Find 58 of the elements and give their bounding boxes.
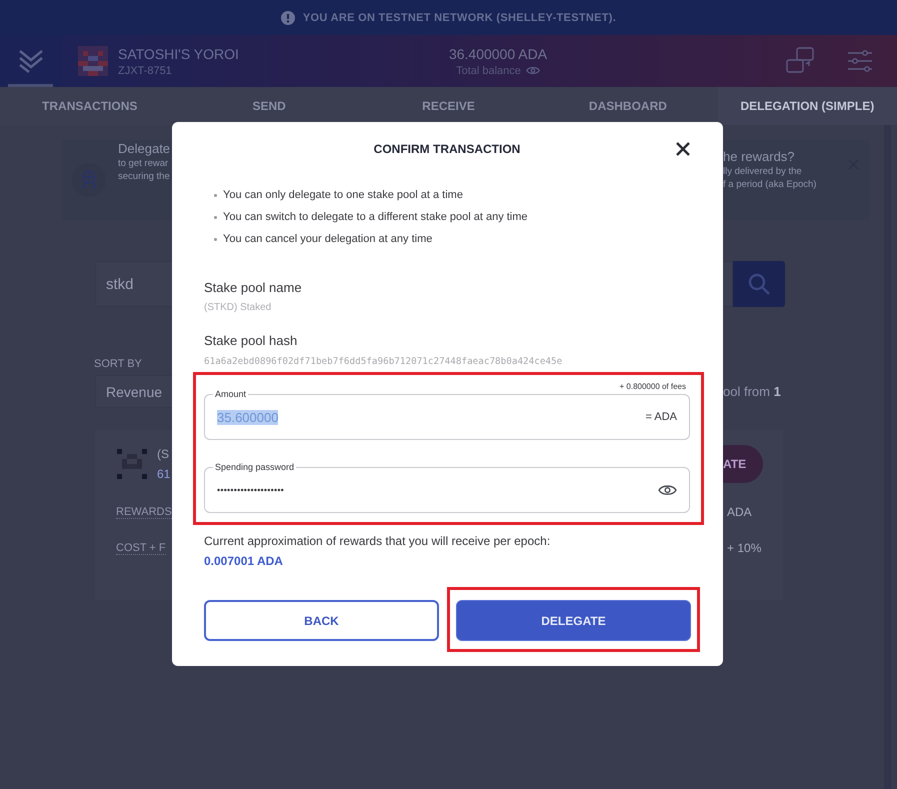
nav-tab[interactable]: DASHBOARD xyxy=(538,87,718,125)
amount-label: Amount xyxy=(213,388,248,400)
info-text: lly delivered by the xyxy=(723,166,803,176)
bullet-dot xyxy=(214,216,217,218)
sort-label: SORT BY xyxy=(94,358,143,370)
dialog-title: CONFIRM TRANSACTION xyxy=(374,142,520,156)
bullet-text: You can only delegate to one stake pool at a time xyxy=(223,189,463,201)
password-value: •••••••••••••••••••• xyxy=(217,485,284,495)
info-title: Delegate xyxy=(118,141,170,156)
rewards-value: 0.007001 ADA xyxy=(204,553,284,569)
bullet-text: You can switch to delegate to a different stake pool at any time xyxy=(223,211,528,223)
close-icon xyxy=(675,141,691,157)
logo-icon xyxy=(17,47,45,75)
balance-label: Total balance xyxy=(456,64,521,76)
pool-hash-label: Stake pool hash xyxy=(204,333,298,349)
warning-icon xyxy=(280,10,295,24)
bullet-dot xyxy=(214,238,217,240)
wallet-name: SATOSHI'S YOROI xyxy=(118,46,240,62)
delegate-button[interactable]: DELEGATE xyxy=(456,600,691,641)
pool-stat-value: ADA xyxy=(726,505,753,519)
delegate-pill-button[interactable]: ATE xyxy=(723,445,763,483)
settings-icon[interactable] xyxy=(847,50,873,72)
pool-name-label: Stake pool name xyxy=(204,280,303,296)
pool-hash: 61 xyxy=(157,467,170,481)
wallet-avatar xyxy=(78,46,108,76)
currency-unit: = ADA xyxy=(646,411,677,423)
pool-avatar xyxy=(117,449,147,479)
pool-stat-value: + 10% xyxy=(726,541,762,555)
pool-name-value: (STKD) Staked xyxy=(204,302,272,314)
search-icon xyxy=(747,272,771,296)
close-button[interactable] xyxy=(675,141,691,157)
info-text: securing the xyxy=(118,171,170,182)
bullet-text: You can cancel your delegation at any time xyxy=(223,233,432,245)
info-title: he rewards? xyxy=(723,148,796,164)
rewards-text: Current approximation of rewards that you will receive per epoch: xyxy=(204,533,552,549)
bullet-dot xyxy=(214,194,217,196)
nav-tab[interactable]: SEND xyxy=(179,87,359,125)
pool-name: (S xyxy=(157,447,170,461)
info-text: to get rewar xyxy=(118,158,170,169)
results-note: ool from 1 xyxy=(723,384,782,399)
password-label: Spending password xyxy=(213,461,296,473)
info-text: f a period (aka Epoch) xyxy=(723,178,818,190)
network-banner-text: YOU ARE ON TESTNET NETWORK (SHELLEY-TESTNET). xyxy=(302,12,616,24)
award-icon xyxy=(80,170,98,190)
back-button[interactable]: BACK xyxy=(204,600,439,641)
show-password-button[interactable] xyxy=(658,484,677,496)
nav-tab[interactable]: DELEGATION (SIMPLE) xyxy=(718,87,897,125)
amount-value: 35.600000 xyxy=(217,410,278,424)
eye-icon xyxy=(658,484,677,496)
search-button[interactable] xyxy=(733,261,785,307)
nav-tab[interactable]: TRANSACTIONS xyxy=(0,87,180,125)
fees-note: + 0.800000 of fees xyxy=(620,381,686,393)
pool-hash-value: 61a6a2ebd0896f02df71beb7f6dd5fa96b712071c27448faeac78b0a424ce45e xyxy=(204,355,564,369)
balance-amount: 36.400000 ADA xyxy=(448,46,548,62)
eye-icon xyxy=(526,66,540,76)
wallet-id: ZJXT-8751 xyxy=(118,64,173,76)
pool-stat-label: COST + F xyxy=(116,542,166,554)
nav-tab[interactable]: RECEIVE xyxy=(358,87,538,125)
